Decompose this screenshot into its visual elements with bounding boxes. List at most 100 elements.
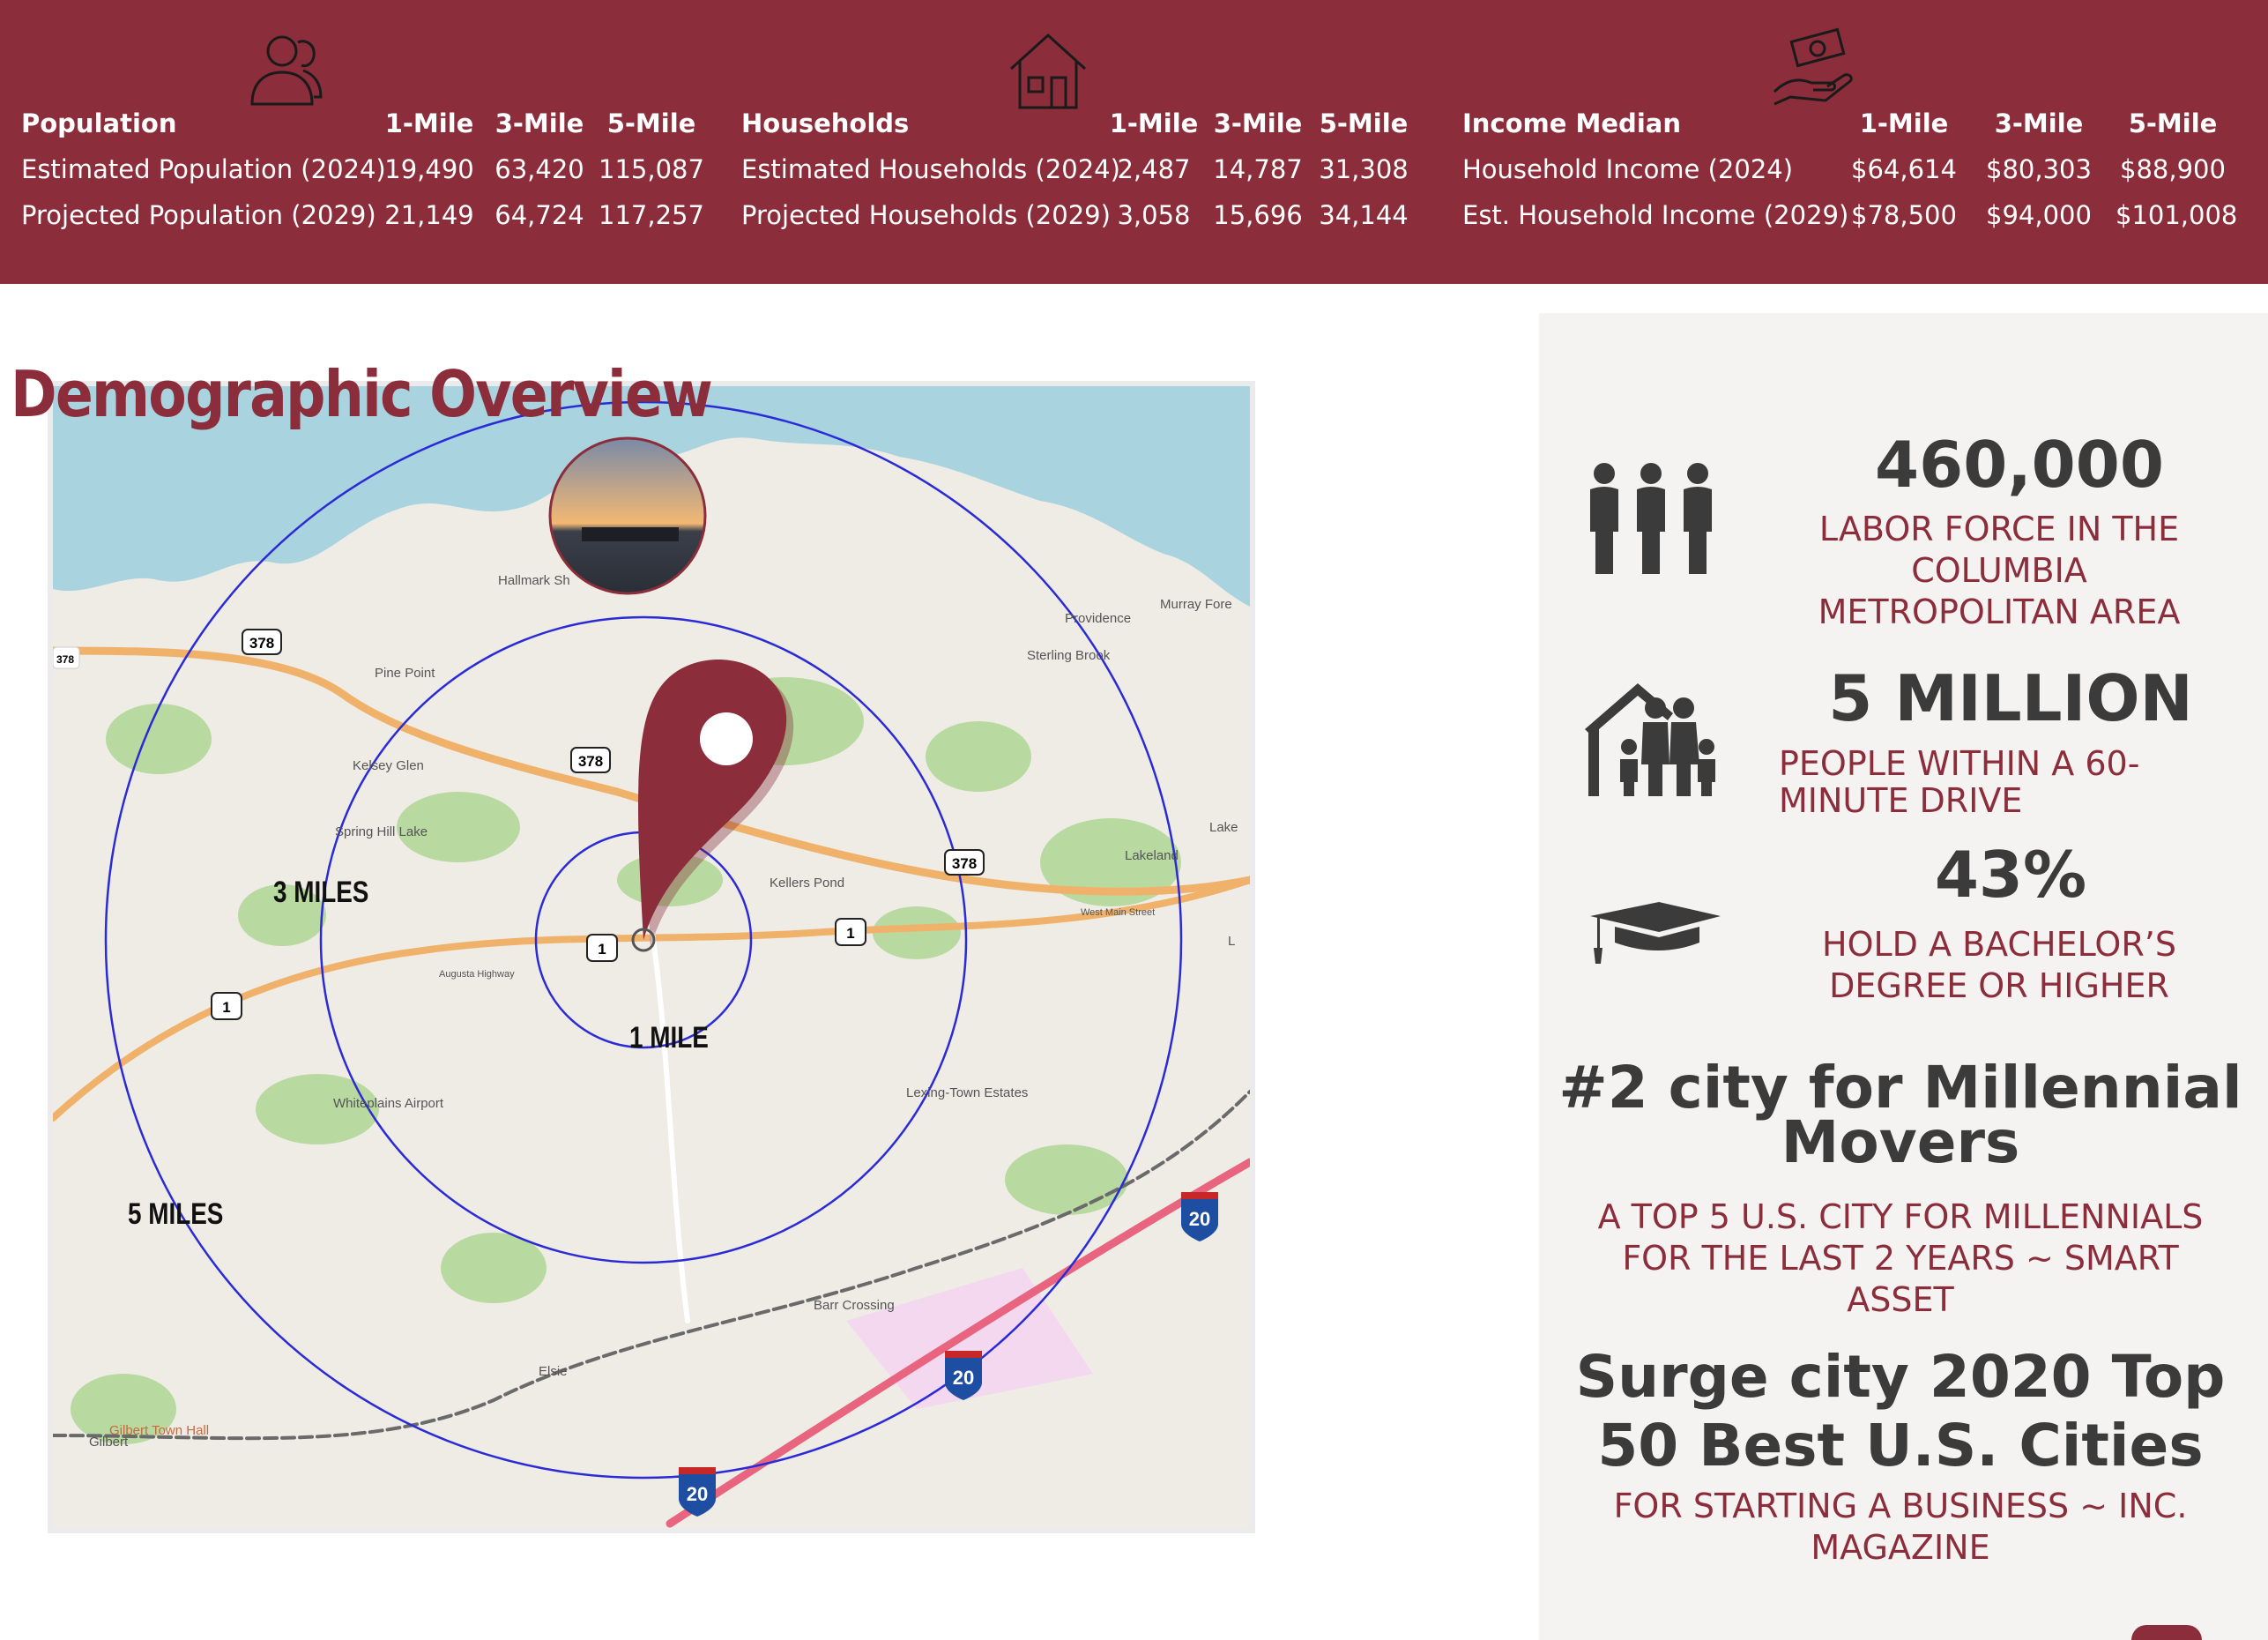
svg-text:1: 1 [846,925,854,942]
row-value: 31,308 [1319,154,1409,184]
radius-map[interactable]: Hallmark Sh Pine Point Kelsey Glen Sprin… [53,386,1250,1528]
demographics-band: Population 1-Mile 3-Mile 5-Mile Estimate… [0,0,2268,284]
place-label: Whiteplains Airport [333,1096,444,1111]
stat-caption: HOLD A BACHELOR’S DEGREE OR HIGHER [1822,925,2176,1005]
row-value: 15,696 [1213,200,1303,230]
row-value: 19,490 [384,154,474,184]
road-label: West Main Street [1081,907,1155,918]
row-value: $80,303 [1986,154,2092,184]
table-row: Est. Household Income (2029) $78,500 $94… [1462,196,2256,235]
income-header: Income Median [1462,108,1681,138]
surge-city-heading: Surge city 2020 Top 50 Best U.S. Cities [1575,1343,2226,1480]
family-house-icon [1585,676,1717,800]
radius-3-mile: 3-Mile [1213,108,1303,138]
svg-text:20: 20 [953,1367,974,1389]
row-value: 34,144 [1319,200,1409,230]
ring-label-5-miles: 5 MILES [128,1196,223,1230]
row-label: Projected Households (2029) [741,200,1111,230]
table-row: Projected Households (2029) 3,058 15,696… [741,196,1446,235]
us-route-shield: 1 [211,992,242,1020]
place-label: Lexing-Town Estates [906,1085,1028,1100]
place-label: Gilbert [89,1435,129,1450]
place-label: Pine Point [375,666,435,681]
table-row: Estimated Population (2024) 19,490 63,42… [21,150,726,189]
svg-text:378: 378 [56,653,74,666]
stat-value: 460,000 [1875,428,2164,502]
place-label: Kelsey Glen [353,758,424,773]
svg-text:378: 378 [249,635,274,652]
row-value: $101,008 [2116,200,2238,230]
millennial-heading: #2 city for Millennial Movers [1558,1054,2242,1176]
row-value: 117,257 [599,200,704,230]
radius-5-mile: 5-Mile [1319,108,1409,138]
row-value: 21,149 [384,200,474,230]
stats-panel: 460,000 LABOR FORCE IN THE COLUMBIA METR… [1539,313,2268,1640]
us-route-shield: 378 [53,646,80,669]
households-header: Households [741,108,910,138]
svg-text:20: 20 [687,1483,708,1505]
lake-photo [548,436,707,595]
us-route-shield: 1 [835,918,866,946]
stat-caption: PEOPLE WITHIN A 60-MINUTE DRIVE [1779,744,2140,820]
row-value: 63,420 [494,154,584,184]
place-label: Lakeland [1125,848,1179,863]
table-row: Projected Population (2029) 21,149 64,72… [21,196,726,235]
house-icon [1004,26,1092,115]
surge-city-caption: FOR STARTING A BUSINESS ~ INC. MAGAZINE [1613,1487,2188,1567]
place-label: Hallmark Sh [498,573,570,588]
place-label: Spring Hill Lake [335,824,428,839]
place-label: Murray Fore [1160,597,1232,612]
ring-label-1-mile: 1 MILE [629,1020,709,1054]
households-column: Households 1-Mile 3-Mile 5-Mile Estimate… [741,0,1446,284]
stat-value: 43% [1934,838,2087,912]
svg-text:378: 378 [578,753,603,770]
decorative-shape [2131,1625,2202,1640]
row-value: $78,500 [1851,200,1957,230]
table-row: Estimated Households (2024) 2,487 14,787… [741,150,1446,189]
stat-caption: LABOR FORCE IN THE COLUMBIA METROPOLITAN… [1818,510,2181,631]
radius-1-mile: 1-Mile [384,108,474,138]
place-label: Barr Crossing [814,1298,895,1313]
population-column: Population 1-Mile 3-Mile 5-Mile Estimate… [21,0,726,284]
place-label: L [1228,934,1235,949]
svg-text:20: 20 [1189,1208,1210,1230]
row-label: Estimated Households (2024) [741,154,1120,184]
radius-3-mile: 3-Mile [1994,108,2084,138]
row-value: 2,487 [1117,154,1191,184]
place-label: Sterling Brook [1027,648,1111,663]
ring-label-3-miles: 3 MILES [273,875,368,908]
money-hand-icon [1769,26,1857,115]
svg-text:378: 378 [952,855,977,872]
place-label: Elsie [539,1364,568,1379]
radius-5-mile: 5-Mile [606,108,696,138]
radius-5-mile: 5-Mile [2128,108,2218,138]
radius-3-mile: 3-Mile [494,108,584,138]
graduation-cap-icon [1588,902,1722,965]
millennial-caption: A TOP 5 U.S. CITY FOR MILLENNIALS FOR TH… [1597,1197,2204,1319]
us-route-shield: 378 [242,629,282,655]
row-value: 115,087 [599,154,704,184]
road-label: Augusta Highway [439,969,515,980]
row-label: Projected Population (2029) [21,200,376,230]
table-row: Household Income (2024) $64,614 $80,303 … [1462,150,2256,189]
row-value: $94,000 [1986,200,2092,230]
population-header: Population [21,108,177,138]
row-label: Estimated Population (2024) [21,154,386,184]
row-label: Est. Household Income (2029) [1462,200,1849,230]
place-label: Lake [1209,820,1238,835]
place-label: Kellers Pond [770,876,844,891]
row-value: 3,058 [1117,200,1191,230]
row-value: $64,614 [1851,154,1957,184]
row-label: Household Income (2024) [1462,154,1794,184]
svg-text:1: 1 [222,999,230,1016]
person-icon [240,26,328,115]
page-title: Demographic Overview [11,357,713,431]
radius-1-mile: 1-Mile [1859,108,1949,138]
us-route-shield: 378 [570,747,611,773]
row-value: $88,900 [2120,154,2226,184]
radius-1-mile: 1-Mile [1109,108,1199,138]
row-value: 64,724 [494,200,584,230]
place-label: Providence [1065,611,1131,626]
us-route-shield: 1 [586,934,618,962]
svg-text:1: 1 [598,941,606,958]
